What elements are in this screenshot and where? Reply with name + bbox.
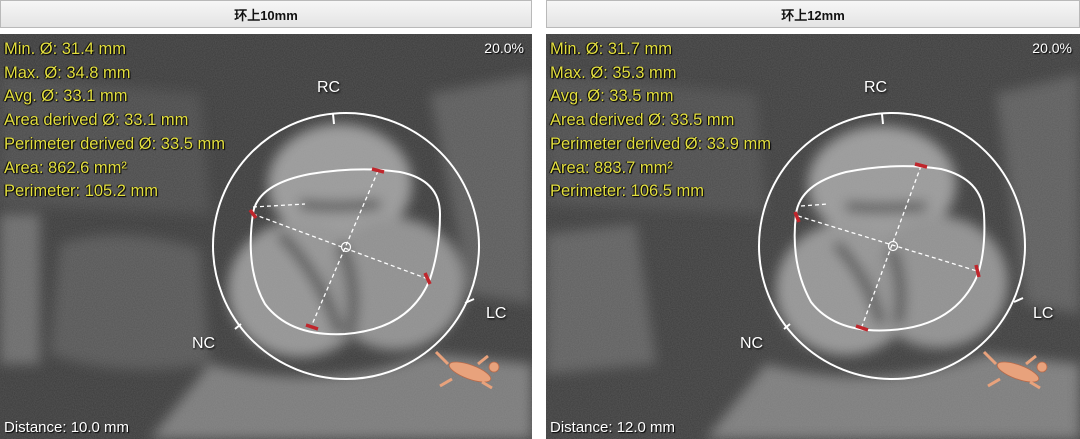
cusp-label-nc: NC (192, 335, 216, 352)
perimeter-derived-diameter: Perimeter derived Ø: 33.5 mm (4, 134, 225, 153)
distance-readout: Distance: 12.0 mm (550, 419, 676, 436)
min-diameter: Min. Ø: 31.4 mm (4, 40, 126, 58)
area-value: Area: 883.7 mm² (550, 158, 673, 177)
zoom-level: 20.0% (484, 40, 524, 56)
cusp-label-lc: LC (1033, 305, 1054, 322)
zoom-level: 20.0% (1032, 40, 1072, 56)
avg-diameter: Avg. Ø: 33.1 mm (4, 87, 128, 106)
panel-title: 环上10mm (0, 0, 532, 28)
area-value: Area: 862.6 mm² (4, 158, 127, 177)
cusp-label-rc: RC (864, 79, 888, 96)
cusp-label-lc: LC (486, 305, 507, 322)
max-diameter: Max. Ø: 34.8 mm (4, 63, 131, 82)
measurement-readout: Min. Ø: 31.7 mm Max. Ø: 35.3 mm Avg. Ø: … (550, 38, 771, 204)
ct-viewport[interactable]: Min. Ø: 31.7 mm Max. Ø: 35.3 mm Avg. Ø: … (546, 34, 1080, 439)
max-diameter: Max. Ø: 35.3 mm (550, 63, 677, 82)
perimeter-derived-diameter: Perimeter derived Ø: 33.9 mm (550, 134, 771, 153)
ct-viewport[interactable]: Min. Ø: 31.4 mm Max. Ø: 34.8 mm Avg. Ø: … (0, 34, 532, 439)
perimeter-value: Perimeter: 105.2 mm (4, 182, 159, 201)
cusp-label-rc: RC (317, 79, 341, 96)
area-derived-diameter: Area derived Ø: 33.1 mm (4, 111, 189, 130)
left-viewer-panel: 环上10mm Min. Ø: 31.4 mm Max. Ø: 34.8 mm A… (0, 0, 532, 439)
area-derived-diameter: Area derived Ø: 33.5 mm (550, 111, 735, 130)
cusp-label-nc: NC (740, 335, 764, 352)
avg-diameter: Avg. Ø: 33.5 mm (550, 87, 674, 106)
distance-readout: Distance: 10.0 mm (4, 419, 130, 436)
min-diameter: Min. Ø: 31.7 mm (550, 40, 672, 58)
measurement-readout: Min. Ø: 31.4 mm Max. Ø: 34.8 mm Avg. Ø: … (4, 38, 225, 204)
panel-title: 环上12mm (546, 0, 1080, 28)
right-viewer-panel: 环上12mm Min. Ø: 31.7 mm Max. Ø: 35.3 mm A… (546, 0, 1080, 439)
perimeter-value: Perimeter: 106.5 mm (550, 182, 705, 201)
